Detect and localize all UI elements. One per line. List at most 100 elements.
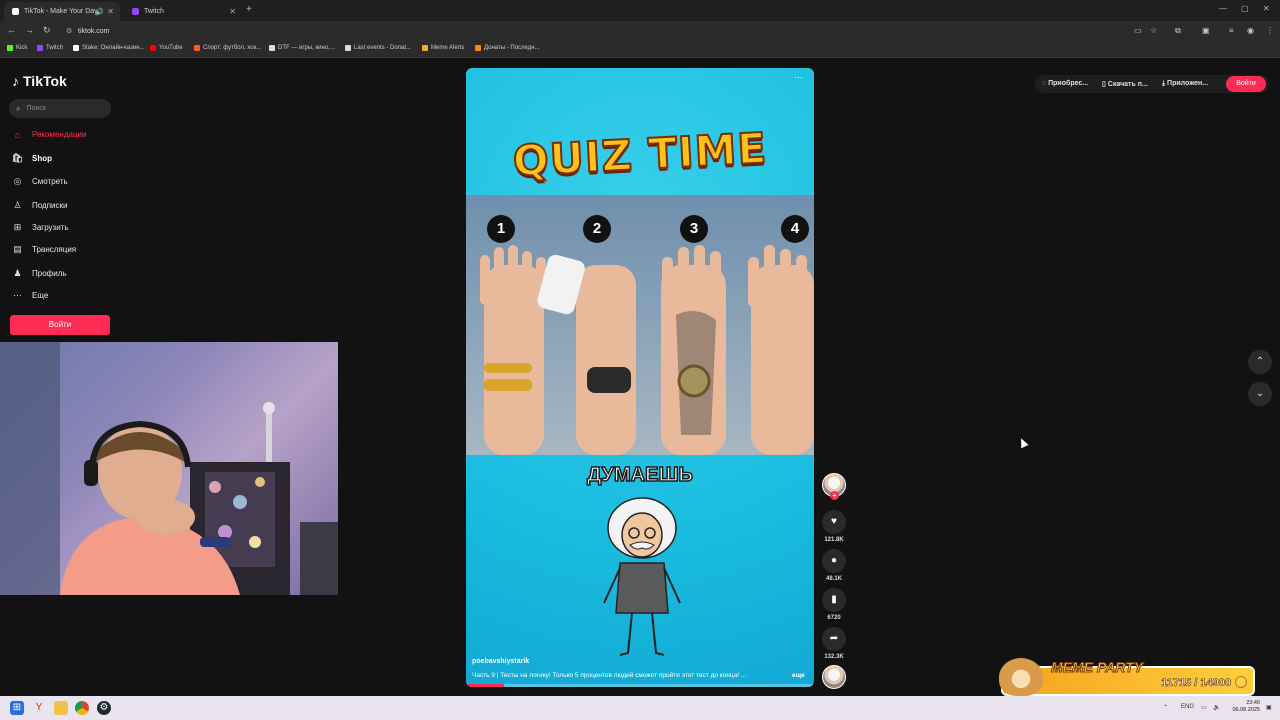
nav-shop[interactable]: 🛍 Shop (12, 153, 52, 164)
bookmarks-bar: Kick Twitch Stake: Онлайн-казин... YouTu… (0, 41, 1280, 58)
shop-icon: 🛍 (11, 153, 24, 163)
bookmark-sport[interactable]: Спорт: футбол, хок... (194, 45, 261, 51)
site-info-icon[interactable]: ⚙ (66, 24, 72, 39)
video-title-art: QUIZ TIME (511, 122, 769, 186)
close-tab-icon[interactable]: ✕ (107, 7, 114, 16)
windows-taskbar: ⊞ Y ⚙ ⌃ ENG ▭ 🔈 23:40 06.08.2025 ▣ (0, 696, 1280, 720)
video-progress-bar[interactable] (466, 684, 814, 687)
minimize-icon[interactable]: — (1219, 4, 1227, 13)
logo-text: TikTok (23, 73, 67, 89)
bookmark-kick[interactable]: Kick (7, 45, 27, 51)
clock-date: 06.08.2025 (1232, 707, 1260, 713)
tiktok-logo[interactable]: ♪ TikTok (12, 73, 67, 89)
bookmark-last-events[interactable]: Last events - Donat... (345, 45, 411, 51)
profile-icon: ♟ (13, 268, 22, 278)
top-login-button[interactable]: Войти (1226, 76, 1266, 92)
sport-icon (194, 45, 200, 51)
address-bar-row: ← → ↻ ⚙ tiktok.com ▭ ☆ ⧉ ▣ ≡ ◉ ⋮ (0, 21, 1280, 41)
get-app-button[interactable]: ⤓ Приложен... (1162, 80, 1208, 88)
bookmark-label: Спорт: футбол, хок... (203, 45, 262, 51)
bookmark-label: Last events - Donat... (354, 45, 412, 51)
reload-icon[interactable]: ↻ (43, 25, 51, 36)
close-tab-icon[interactable]: ✕ (229, 7, 236, 16)
yandex-browser-icon[interactable]: Y (32, 701, 46, 715)
sidebar-login-button[interactable]: Войти (10, 315, 110, 335)
bookmark-twitch[interactable]: Twitch (37, 45, 63, 51)
search-input[interactable]: ⌕ Поиск (9, 99, 111, 118)
nav-label: Профиль (32, 269, 67, 278)
back-icon[interactable]: ← (7, 25, 16, 35)
steam-icon[interactable]: ⚙ (97, 701, 111, 715)
nav-more[interactable]: ⋯ Еще (12, 290, 48, 301)
video-player[interactable]: ⋯ QUIZ TIME 1 2 3 4 ДУМАЕШЬ poebavshiyst… (466, 68, 814, 687)
nav-following[interactable]: ♙ Подписки (12, 200, 67, 211)
tab-twitch[interactable]: Twitch ✕ (124, 2, 242, 21)
bookmark-label: Донаты - Последн... (484, 45, 540, 51)
nav-recommendations[interactable]: ⌂ Рекомендации (12, 129, 87, 140)
video-options-icon[interactable]: ⋯ (794, 72, 803, 83)
option-number-3: 3 (680, 215, 708, 243)
forward-icon[interactable]: → (25, 25, 34, 35)
follow-plus-icon[interactable]: + (830, 491, 839, 500)
extensions-icon[interactable]: ⧉ (1175, 26, 1181, 36)
language-indicator[interactable]: ENG (1181, 704, 1194, 710)
bookmark-star-icon[interactable]: ☆ (1150, 26, 1157, 35)
tab-tiktok[interactable]: TikTok - Make Your Day 🔊 ✕ (4, 2, 120, 21)
menu-icon[interactable]: ⋮ (1266, 26, 1274, 35)
maximize-icon[interactable]: ▢ (1241, 4, 1249, 13)
system-clock[interactable]: 23:40 06.08.2025 (1226, 700, 1260, 714)
notifications-icon[interactable]: ▣ (1266, 704, 1272, 711)
search-icon: ⌕ (16, 103, 21, 113)
bookmark-stake[interactable]: Stake: Онлайн-казин... (73, 45, 145, 51)
option-number-1: 1 (487, 215, 515, 243)
stake-icon (73, 45, 79, 51)
bookmark-meme-alerts[interactable]: Meme Alerts (422, 45, 464, 51)
download-app-button[interactable]: ▯ Скачать п... (1102, 80, 1148, 88)
like-button[interactable]: ♥ (822, 510, 846, 534)
sidebar-icon[interactable]: ▣ (1202, 26, 1210, 35)
next-video-button[interactable]: ⌄ (1248, 382, 1272, 406)
speaker-icon[interactable]: 🔊 (95, 8, 104, 16)
live-icon: ▤ (13, 244, 22, 254)
bookmark-donations[interactable]: Донаты - Последн... (475, 45, 540, 51)
url-field[interactable]: ⚙ tiktok.com (62, 24, 1122, 39)
share-button[interactable]: ➦ (822, 627, 846, 651)
youtube-icon (150, 45, 156, 51)
nav-explore[interactable]: ◎ Смотреть (12, 176, 68, 187)
nav-upload[interactable]: ⊞ Загрузить (12, 222, 69, 233)
webcam-feed (0, 342, 338, 595)
hands-image: 1 2 3 4 (466, 195, 814, 455)
bookmark-youtube[interactable]: YouTube (150, 45, 183, 51)
network-icon[interactable]: ▭ (1201, 704, 1207, 711)
nav-label: Shop (32, 154, 52, 163)
file-explorer-icon[interactable] (54, 701, 68, 715)
nav-live[interactable]: ▤ Трансляция (12, 244, 76, 255)
option-number-4: 4 (781, 215, 809, 243)
doge-icon (999, 658, 1043, 696)
bookmark-label: Stake: Онлайн-казин... (82, 45, 145, 51)
following-icon: ♙ (13, 200, 22, 210)
browser-tab-bar: TikTok - Make Your Day 🔊 ✕ Twitch ✕ + — … (0, 0, 1280, 21)
cast-icon[interactable]: ▭ (1134, 26, 1142, 35)
comment-button[interactable]: ● (822, 549, 846, 573)
buy-coins-button[interactable]: ◌ Приобрес... (1042, 80, 1088, 87)
bookmark-dtf[interactable]: DTF — игры, кино,... (269, 45, 335, 51)
music-disc-avatar[interactable] (822, 665, 846, 689)
description-more-link[interactable]: еще (792, 672, 805, 679)
tray-expand-icon[interactable]: ⌃ (1163, 704, 1168, 711)
previous-video-button[interactable]: ⌃ (1248, 350, 1272, 374)
like-count: 121.8K (824, 537, 844, 543)
start-icon[interactable]: ⊞ (10, 701, 24, 715)
nav-label: Рекомендации (32, 130, 87, 139)
media-icon[interactable]: ≡ (1229, 26, 1234, 35)
meme-party-counter: 11715 / 14900 (1161, 677, 1231, 690)
memealerts-icon (422, 45, 428, 51)
volume-icon[interactable]: 🔈 (1213, 704, 1220, 711)
chrome-icon[interactable] (75, 701, 89, 715)
close-window-icon[interactable]: ✕ (1263, 4, 1270, 13)
profile-avatar-icon[interactable]: ◉ (1247, 26, 1254, 35)
video-author[interactable]: poebavshiystarik (472, 658, 529, 665)
save-button[interactable]: ▮ (822, 588, 846, 612)
new-tab-button[interactable]: + (246, 4, 252, 15)
nav-profile[interactable]: ♟ Профиль (12, 268, 67, 279)
